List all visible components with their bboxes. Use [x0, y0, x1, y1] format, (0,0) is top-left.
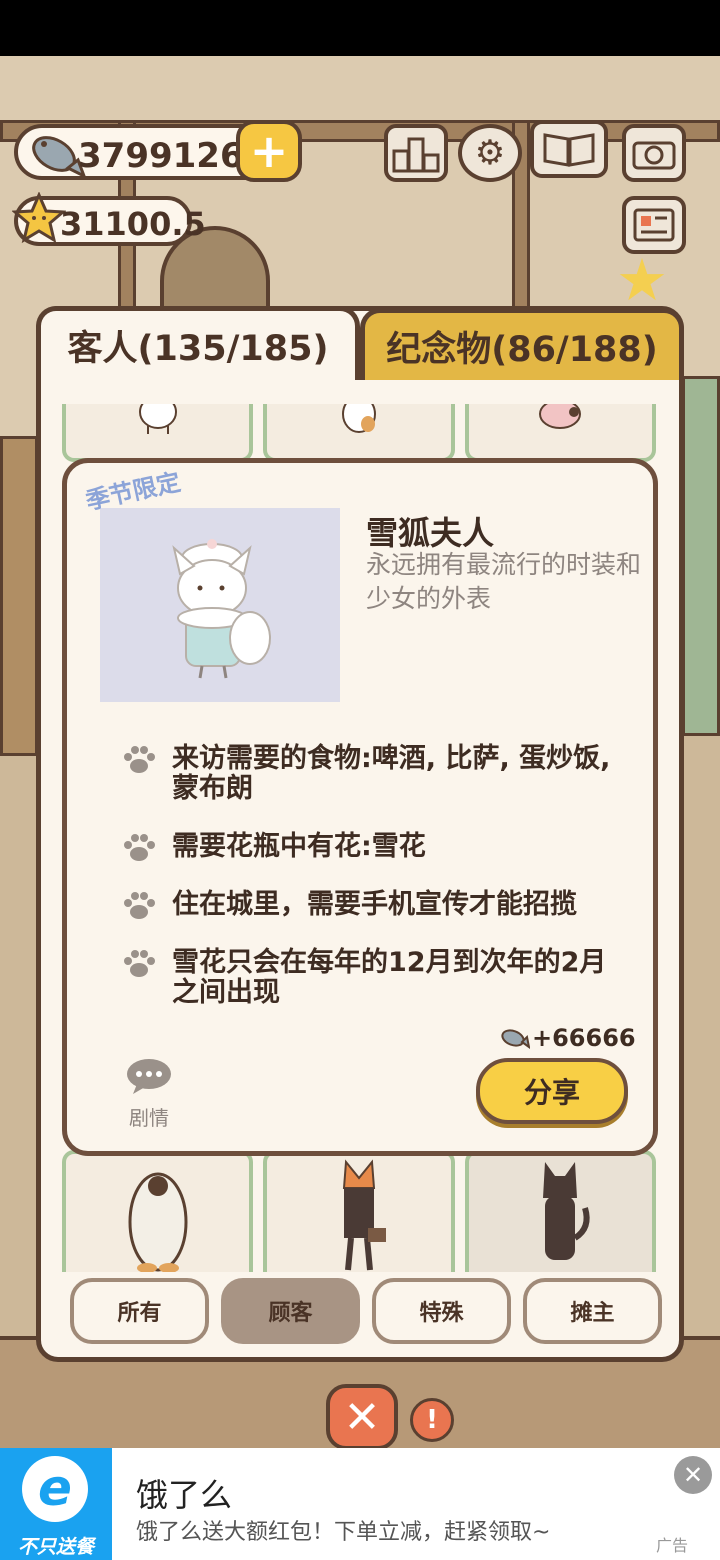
ad-logo-slogan: 不只送餐 [17, 1536, 94, 1558]
filter-bar: 所有 顾客 特殊 摊主 [70, 1278, 662, 1344]
ad-title: 饿了么 [136, 1476, 233, 1514]
share-button[interactable]: 分享 [476, 1058, 628, 1124]
guest-book-icon[interactable] [530, 120, 608, 178]
calico-cat-icon [341, 404, 376, 433]
guest-card[interactable] [263, 1150, 455, 1272]
reward: +66666 [500, 1022, 636, 1054]
ad-logo: e 不只送餐 [0, 1448, 112, 1560]
white-cat-icon [138, 404, 177, 434]
story-button[interactable]: 剧情 [122, 1056, 176, 1130]
requirement-text: 需要花瓶中有花:雪花 [172, 831, 426, 862]
ranking-icon[interactable] [384, 124, 448, 182]
requirement-item: 来访需要的食物:啤酒, 比萨, 蛋炒饭, 蒙布朗 [122, 744, 632, 804]
ad-description: 饿了么送大额红包！下单立减，赶紧领取~ [136, 1520, 551, 1545]
snow-fox-lady-icon [172, 539, 271, 679]
penguin-icon [128, 1172, 188, 1272]
locked-cat-silhouette-icon [543, 1162, 590, 1260]
add-currency-button[interactable]: + [236, 120, 302, 182]
paw-icon [124, 950, 155, 977]
podium-glyph [392, 137, 440, 173]
star-count: 31100.5 [60, 205, 206, 243]
filter-special-button[interactable]: 特殊 [372, 1278, 511, 1344]
requirement-item: 雪花只会在每年的12月到次年的2月之间出现 [122, 948, 632, 1008]
close-button[interactable]: ✕ [326, 1384, 398, 1450]
status-bar [0, 0, 720, 56]
pig-icon [539, 404, 582, 429]
ad-label: 广告 [656, 1536, 689, 1555]
star-decoration-icon: ★ [616, 246, 668, 314]
paw-icon [124, 892, 155, 919]
tab-guests[interactable]: 客人(135/185) [36, 306, 360, 380]
requirement-list: 来访需要的食物:啤酒, 比萨, 蛋炒饭, 蒙布朗 需要花瓶中有花:雪花 住在城里… [122, 744, 632, 1008]
left-shelf [0, 436, 38, 756]
paw-icon [124, 834, 155, 861]
guest-card[interactable] [464, 1150, 656, 1272]
guest-card[interactable] [263, 404, 455, 462]
requirement-text: 住在城里，需要手机宣传才能招揽 [172, 889, 577, 920]
requirement-text: 雪花只会在每年的12月到次年的2月之间出现 [172, 947, 607, 1008]
guest-card[interactable] [62, 404, 254, 462]
filter-vendor-button[interactable]: 摊主 [523, 1278, 662, 1344]
camera-icon[interactable] [622, 124, 686, 182]
fish-icon [501, 1029, 530, 1049]
paw-icon [124, 746, 155, 773]
guest-card[interactable] [464, 404, 656, 462]
alert-icon[interactable]: ! [410, 1398, 454, 1442]
reward-amount: +66666 [532, 1024, 636, 1052]
guest-card[interactable] [62, 1150, 254, 1272]
fox-in-suit-icon [342, 1159, 386, 1271]
ad-close-button[interactable]: ✕ [674, 1456, 712, 1494]
filter-all-button[interactable]: 所有 [70, 1278, 209, 1344]
camera-glyph [632, 141, 676, 170]
right-shelf [682, 376, 720, 736]
tab-souvenirs[interactable]: 纪念物(86/188) [360, 308, 684, 380]
ad-banner[interactable]: e 不只送餐 饿了么 饿了么送大额红包！下单立减，赶紧领取~ [0, 1448, 720, 1560]
guest-portrait [100, 508, 340, 702]
guest-description: 永远拥有最流行的时装和少女的外表 [366, 550, 642, 613]
star-icon [12, 192, 66, 244]
requirement-item: 需要花瓶中有花:雪花 [122, 832, 632, 862]
guest-grid-top-row [62, 404, 656, 462]
story-label: 剧情 [129, 1106, 169, 1130]
book-glyph [543, 133, 595, 167]
chat-bubble-icon [127, 1059, 171, 1094]
newspaper-glyph [633, 208, 675, 242]
fish-count: 3799126 [78, 136, 244, 176]
requirement-item: 住在城里，需要手机宣传才能招揽 [122, 890, 632, 920]
star-currency: 31100.5 [12, 192, 206, 246]
guest-grid-bottom-row [62, 1150, 656, 1272]
settings-gear-icon[interactable]: ⚙ [458, 124, 522, 182]
requirement-text: 来访需要的食物:啤酒, 比萨, 蛋炒饭, 蒙布朗 [172, 743, 611, 804]
filter-customers-button[interactable]: 顾客 [221, 1278, 360, 1344]
eleme-logo-icon: e [22, 1456, 88, 1522]
